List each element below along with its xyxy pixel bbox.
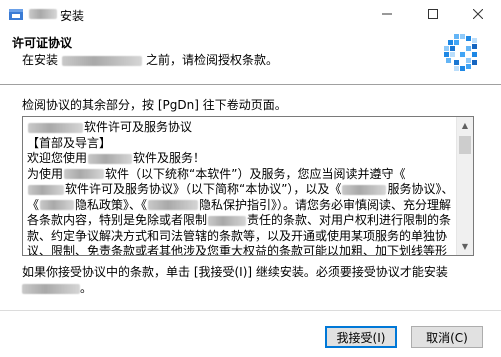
license-text-segment: 议、限制、免责条款或者其他涉及您重大权益的条款可能以加粗、加下划线等形 <box>27 244 448 256</box>
license-text-segment: 《 <box>27 197 40 212</box>
product-name-redacted <box>62 55 143 66</box>
license-text-segment: 软件许可及服务协议》（以下简称“本协议”），以及《 <box>65 182 342 196</box>
footer-divider <box>0 310 501 311</box>
instruction-text: 检阅协议的其余部分，按 [PgDn] 往下卷动页面。 <box>22 98 287 112</box>
license-line: 《 隐私政策》、《 隐私保护指引》）。请您务必审慎阅读、充分理解 <box>27 198 455 214</box>
redacted-text <box>88 153 133 164</box>
maximize-icon <box>428 9 438 19</box>
license-text-segment: 软件许可及服务协议 <box>84 120 193 134</box>
license-line: 款、约定争议解决方式和司法管辖的条款等，以及开通或使用某项服务的单独协 <box>27 229 455 245</box>
title-bar: 安装 <box>0 0 501 28</box>
product-name-redacted <box>22 283 80 294</box>
license-text-segment: 【首部及导言】 <box>27 135 112 150</box>
redacted-text <box>28 184 64 195</box>
cancel-button[interactable]: 取消(C) <box>411 326 483 348</box>
license-text-segment: 隐私保护指引》）。请您务必审慎阅读、充分理解 <box>199 197 452 212</box>
license-line: 欢迎您使用 软件及服务！ <box>27 151 455 167</box>
license-textbox[interactable]: 软件许可及服务协议 【首部及导言】 欢迎您使用 软件及服务！ 为使用 软件（以下统称“本软… <box>22 116 474 256</box>
license-text-segment: 为使用 <box>27 166 64 181</box>
accept-instruction-suffix: 。 <box>80 281 93 295</box>
redacted-text <box>208 215 247 226</box>
pixelated-logo-icon <box>444 34 477 71</box>
page-title: 许可证协议 <box>12 36 73 50</box>
accept-instruction-line2: 。 <box>22 280 482 296</box>
vertical-scrollbar[interactable]: ▲ ▼ <box>456 117 473 255</box>
license-line: 为使用 软件（以下统称“本软件”）及服务，您应当阅读并遵守《 <box>27 167 455 183</box>
accept-button[interactable]: 我接受(I) <box>325 326 397 348</box>
subtitle-suffix: 之前，请检阅授权条款。 <box>146 53 279 67</box>
accept-instruction: 如果你接受协议中的条款，单击 [我接受(I)] 继续安装。必须要接受协议才能安装… <box>22 264 482 296</box>
scroll-up-arrow-icon[interactable]: ▲ <box>457 117 473 134</box>
license-text-segment: 责任的条款、对用户权利进行限制的条 <box>247 213 452 227</box>
subtitle-prefix: 在安装 <box>22 53 59 67</box>
license-line: 【首部及导言】 <box>27 136 455 152</box>
minimize-icon <box>382 13 392 15</box>
redacted-text <box>148 200 199 210</box>
minimize-button[interactable] <box>364 0 410 28</box>
accept-instruction-line1: 如果你接受协议中的条款，单击 [我接受(I)] 继续安装。必须要接受协议才能安装 <box>22 265 448 279</box>
scrollbar-thumb[interactable] <box>459 136 471 154</box>
license-text-segment: 软件及服务！ <box>133 151 206 165</box>
redacted-text <box>40 200 75 210</box>
maximize-button[interactable] <box>410 0 456 28</box>
wizard-header: 许可证协议 在安装 之前，请检阅授权条款。 <box>0 28 501 84</box>
scroll-down-arrow-icon[interactable]: ▼ <box>457 238 473 255</box>
close-icon <box>473 9 483 19</box>
license-text-segment: 各条款内容，特别是免除或者限制 <box>27 213 208 227</box>
license-line: 各条款内容，特别是免除或者限制 责任的条款、对用户权利进行限制的条 <box>27 213 455 229</box>
redacted-text <box>28 122 83 133</box>
license-text-segment: 隐私政策》、《 <box>75 197 148 212</box>
close-button[interactable] <box>455 0 501 28</box>
license-text-segment: 款、约定争议解决方式和司法管辖的条款等，以及开通或使用某项服务的单独协 <box>27 228 448 243</box>
installer-app-icon <box>9 9 23 20</box>
app-name-redacted <box>29 9 57 19</box>
license-line: 软件许可及服务协议 <box>27 120 455 136</box>
page-subtitle: 在安装 之前，请检阅授权条款。 <box>22 51 278 68</box>
license-line: 软件许可及服务协议》（以下简称“本协议”），以及《 服务协议》、 <box>27 182 455 198</box>
license-text-segment: 欢迎您使用 <box>27 151 88 165</box>
license-text-segment: 服务协议》、 <box>387 182 454 196</box>
header-divider-highlight <box>0 85 501 86</box>
redacted-text <box>64 169 105 179</box>
window-title: 安装 <box>60 9 85 23</box>
license-text-segment: 软件（以下统称“本软件”）及服务，您应当阅读并遵守《 <box>105 166 406 181</box>
license-content: 软件许可及服务协议 【首部及导言】 欢迎您使用 软件及服务！ 为使用 软件（以下统称“本软… <box>27 120 455 256</box>
redacted-text <box>342 184 387 195</box>
license-line: 议、限制、免责条款或者其他涉及您重大权益的条款可能以加粗、加下划线等形 <box>27 244 455 256</box>
